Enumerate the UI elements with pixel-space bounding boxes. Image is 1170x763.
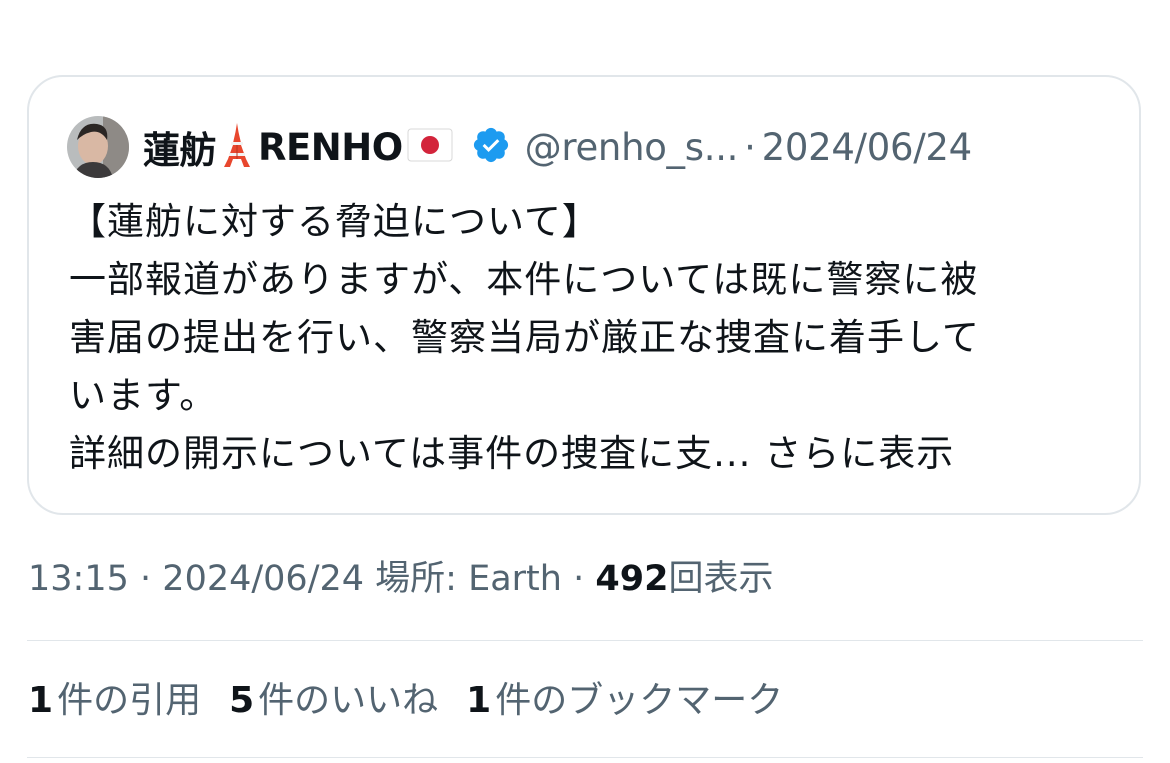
bookmarks-label: 件のブックマーク	[495, 680, 784, 721]
likes-stat[interactable]: 5 件のいいね	[229, 674, 438, 728]
tokyo-tower-emoji	[222, 123, 252, 171]
tweet-date[interactable]: 2024/06/24	[162, 559, 364, 599]
likes-count: 5	[229, 680, 255, 721]
quotes-count: 1	[28, 680, 54, 721]
tweet-location: 場所: Earth	[375, 559, 562, 599]
japan-flag-emoji	[407, 128, 453, 166]
tweet-text-line: 【蓮舫に対する脅迫について】	[69, 200, 600, 243]
bookmarks-stat[interactable]: 1 件のブックマーク	[466, 674, 783, 728]
tweet-time[interactable]: 13:15	[28, 559, 129, 599]
engagement-stats: 1 件の引用 5 件のいいね 1 件のブックマーク	[28, 674, 811, 728]
header-separator: ·	[744, 125, 756, 169]
tweet-text-line: 害届の提出を行い、警察当局が厳正な捜査に着手して	[69, 316, 980, 359]
views-label: 回表示	[668, 559, 774, 599]
display-name[interactable]: 蓮舫	[143, 120, 217, 174]
quoted-tweet-card[interactable]: 蓮舫 RENHO @renho_s... · 2024/06/24 【蓮舫に対す…	[27, 75, 1141, 515]
meta-separator: ·	[573, 559, 585, 599]
tweet-text-truncated: 詳細の開示については事件の捜査に支...	[69, 432, 752, 475]
display-name-suffix[interactable]: RENHO	[258, 126, 403, 169]
quoted-tweet-date[interactable]: 2024/06/24	[762, 126, 973, 169]
tweet-meta: 13:15 · 2024/06/24 場所: Earth · 492回表示	[28, 552, 773, 606]
bookmarks-count: 1	[466, 680, 492, 721]
quoted-tweet-header: 蓮舫 RENHO @renho_s... · 2024/06/24	[67, 115, 972, 179]
tweet-text-line: 一部報道がありますが、本件については既に警察に被	[69, 258, 979, 301]
likes-label: 件のいいね	[258, 680, 439, 721]
divider	[27, 757, 1143, 758]
handle[interactable]: @renho_s...	[525, 126, 739, 169]
divider	[27, 640, 1143, 641]
tweet-text-line: います。	[69, 374, 218, 417]
meta-separator: ·	[140, 559, 152, 599]
views-count: 492	[595, 559, 669, 599]
show-more-link[interactable]: さらに表示	[764, 432, 954, 475]
quotes-label: 件の引用	[57, 680, 202, 721]
tweet-text-last-line: 詳細の開示については事件の捜査に支... さらに表示	[69, 425, 1109, 483]
quoted-tweet-text: 【蓮舫に対する脅迫について】 一部報道がありますが、本件については既に警察に被 …	[69, 193, 1109, 483]
avatar[interactable]	[67, 116, 129, 178]
verified-badge-icon[interactable]	[471, 125, 511, 169]
quotes-stat[interactable]: 1 件の引用	[28, 674, 201, 728]
